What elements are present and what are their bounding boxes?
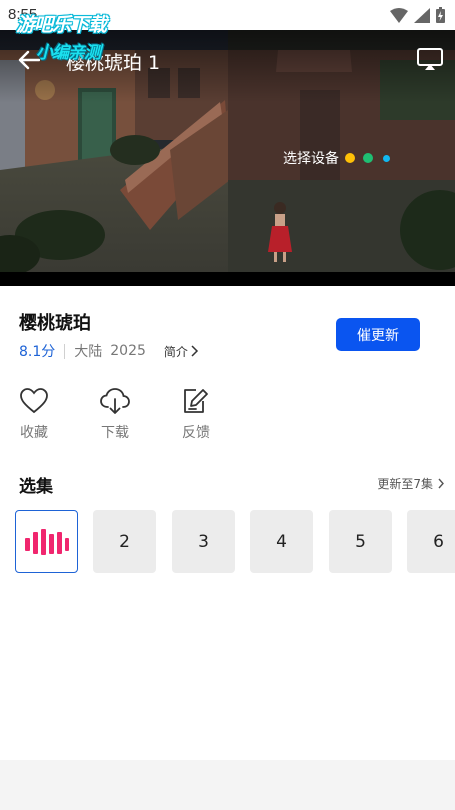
episodes-more-label: 更新至7集 xyxy=(377,477,433,491)
feedback-button[interactable]: 反馈 xyxy=(171,388,221,442)
year: 2025 xyxy=(110,343,146,359)
device-dot-yellow xyxy=(345,153,355,163)
favorite-button[interactable]: 收藏 xyxy=(9,388,59,442)
episode-item[interactable]: 3 xyxy=(172,510,235,573)
select-device-label: 选择设备 xyxy=(283,151,339,167)
watermark-line2: 小编亲测 xyxy=(36,43,101,63)
cast-button[interactable] xyxy=(415,46,445,72)
show-meta: 8.1分 大陆 2025 简介 xyxy=(19,341,199,361)
feedback-label: 反馈 xyxy=(182,425,210,441)
favorite-label: 收藏 xyxy=(20,425,48,441)
episode-list: 2 3 4 5 6 xyxy=(15,510,455,573)
episodes-more-link[interactable]: 更新至7集 xyxy=(377,475,445,492)
episodes-title: 选集 xyxy=(19,477,53,497)
signal-icon xyxy=(414,7,430,23)
playing-bars-icon xyxy=(24,528,69,555)
battery-icon xyxy=(436,7,445,23)
intro-link[interactable]: 简介 xyxy=(164,343,199,360)
cloud-download-icon xyxy=(100,388,130,414)
watermark-line1: 游吧乐下载 xyxy=(16,14,107,36)
episode-item[interactable]: 6 xyxy=(407,510,455,573)
region: 大陆 xyxy=(74,344,103,360)
episode-item[interactable]: 5 xyxy=(329,510,392,573)
action-bar: 收藏 下载 反馈 xyxy=(0,388,455,448)
edit-feedback-icon xyxy=(184,389,208,413)
episode-item-playing[interactable] xyxy=(15,510,78,573)
heart-icon xyxy=(20,388,48,414)
episode-item[interactable]: 2 xyxy=(93,510,156,573)
download-button[interactable]: 下载 xyxy=(90,388,140,442)
video-player[interactable]: 樱桃琥珀 1 选择设备 xyxy=(0,30,455,286)
watermark-logo: 游吧乐下载 小编亲测 xyxy=(16,10,151,63)
device-dot-blue xyxy=(383,154,390,162)
episode-item[interactable]: 4 xyxy=(250,510,313,573)
meta-divider xyxy=(64,343,66,359)
intro-label: 简介 xyxy=(163,344,188,359)
status-icons xyxy=(390,7,445,23)
chevron-right-icon xyxy=(191,345,198,357)
show-title: 樱桃琥珀 xyxy=(19,313,91,334)
bottom-area xyxy=(0,760,455,810)
device-dot-green xyxy=(363,153,373,163)
wifi-icon xyxy=(390,7,408,23)
request-update-button[interactable]: 催更新 xyxy=(336,318,420,351)
select-device-button[interactable]: 选择设备 xyxy=(283,148,390,168)
download-label: 下载 xyxy=(101,425,129,441)
rating: 8.1分 xyxy=(19,344,56,360)
cast-screen-icon xyxy=(417,48,443,70)
chevron-right-icon xyxy=(438,478,444,489)
